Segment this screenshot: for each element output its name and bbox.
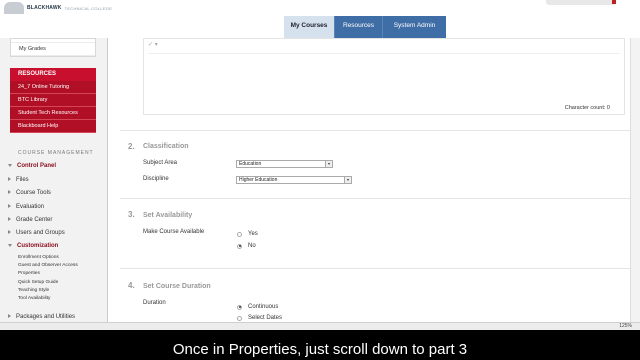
video-caption: Once in Properties, just scroll down to … [172, 341, 468, 358]
zoom-level[interactable]: 125% [619, 323, 632, 329]
collapse-icon [8, 204, 11, 209]
sidebar-link-label: Users and Groups [16, 230, 65, 236]
editor-text-area[interactable] [148, 53, 620, 100]
tab-resources[interactable]: Resources [335, 16, 383, 38]
expand-icon [8, 163, 12, 167]
available-no-radio[interactable]: No [237, 243, 256, 249]
sidebar-sub-tool-availability[interactable]: Tool Availability [18, 296, 50, 301]
page-scrollbar[interactable] [630, 38, 640, 330]
radio-selected-icon [237, 243, 242, 249]
dropdown-arrow-icon [325, 161, 332, 167]
sidebar-link-label: Grade Center [16, 217, 53, 223]
control-panel-label: Control Panel [17, 163, 57, 169]
sidebar-sub-teaching-style[interactable]: Teaching Style [18, 288, 49, 293]
sidebar-sub-quick-setup[interactable]: Quick Setup Guide [18, 280, 58, 285]
section-title-availability: Set Availability [143, 212, 193, 219]
discipline-value: Higher Education [239, 177, 278, 183]
subject-area-value: Education [239, 161, 262, 167]
duration-continuous-radio[interactable]: Continuous [237, 304, 278, 310]
make-available-label: Make Course Available [143, 229, 205, 235]
radio-icon [237, 231, 242, 237]
radio-selected-icon [237, 304, 242, 310]
radio-label: Yes [248, 231, 258, 237]
header: BLACKHAWK TECHNICAL COLLEGE My Courses R… [0, 0, 640, 38]
radio-label: No [248, 243, 256, 249]
course-menu-box: My Grades [10, 38, 96, 57]
discipline-label: Discipline [143, 176, 169, 182]
sidebar-link-label: Evaluation [16, 204, 45, 210]
course-menu-sidebar: My Grades RESOURCES 24_7 Online Tutoring… [0, 38, 108, 330]
notification-icon[interactable] [612, 0, 616, 4]
radio-label: Select Dates [248, 315, 283, 321]
logo-name: BLACKHAWK [27, 5, 62, 11]
editor-toolbar-icon[interactable]: ✓ ▾ [148, 41, 158, 48]
step-number: 3. [128, 210, 135, 219]
properties-form: ✓ ▾ Character count: 0 2. Classification… [110, 38, 630, 330]
sidebar-item-tech-resources[interactable]: Student Tech Resources [10, 107, 96, 120]
section-title-duration: Set Course Duration [143, 283, 211, 290]
collapse-icon [8, 177, 11, 182]
sidebar-link-packages[interactable]: Packages and Utilities [8, 314, 75, 320]
sidebar-item-library[interactable]: BTC Library [10, 94, 96, 107]
user-menu-strip[interactable] [546, 0, 616, 5]
logo-subtitle: TECHNICAL COLLEGE [64, 5, 113, 11]
sidebar-link-label: Course Tools [16, 190, 51, 196]
sidebar-link-label: Files [16, 177, 29, 183]
control-panel-toggle[interactable]: Control Panel [8, 163, 56, 169]
sidebar-item-my-grades[interactable]: My Grades [11, 43, 95, 56]
collapse-icon [8, 217, 11, 222]
sidebar-link-users-groups[interactable]: Users and Groups [8, 230, 65, 236]
step-number: 4. [128, 281, 135, 290]
sidebar-link-customization[interactable]: Customization [8, 243, 58, 249]
radio-label: Continuous [248, 304, 279, 310]
available-yes-radio[interactable]: Yes [237, 231, 258, 237]
collapse-icon [8, 190, 11, 195]
tab-system-admin[interactable]: System Admin [383, 16, 446, 38]
duration-select-dates-radio[interactable]: Select Dates [237, 315, 282, 321]
section-title-classification: Classification [143, 143, 189, 150]
sidebar-item-bb-help[interactable]: Blackboard Help [10, 120, 96, 133]
tab-my-courses[interactable]: My Courses [284, 16, 335, 38]
course-management-heading: COURSE MANAGEMENT [18, 150, 94, 156]
step-number: 2. [128, 142, 135, 151]
sidebar-link-evaluation[interactable]: Evaluation [8, 204, 44, 210]
radio-icon [237, 315, 242, 321]
sidebar-sub-enrollment[interactable]: Enrollment Options [18, 255, 59, 260]
sidebar-sub-guest-access[interactable]: Guest and Observer Access [18, 263, 78, 268]
resources-box: RESOURCES 24_7 Online Tutoring BTC Libra… [10, 68, 96, 133]
sidebar-sub-properties[interactable]: Properties [18, 271, 40, 276]
section-divider [120, 268, 630, 269]
description-editor[interactable]: ✓ ▾ Character count: 0 [143, 38, 625, 115]
character-count: Character count: 0 [564, 105, 610, 111]
subject-area-label: Subject Area [143, 160, 178, 166]
sidebar-link-files[interactable]: Files [8, 177, 29, 183]
resources-heading: RESOURCES [10, 68, 96, 81]
browser-window: BLACKHAWK TECHNICAL COLLEGE My Courses R… [0, 0, 640, 330]
sidebar-item-tutoring[interactable]: 24_7 Online Tutoring [10, 81, 96, 94]
duration-label: Duration [143, 300, 166, 306]
dropdown-arrow-icon [344, 177, 351, 183]
section-divider [120, 130, 630, 131]
collapse-icon [8, 230, 11, 235]
expand-icon [8, 243, 12, 247]
main-tabs: My Courses Resources System Admin [284, 16, 446, 38]
browser-status-bar: 125% [0, 322, 640, 330]
logo-mark-icon [4, 2, 24, 14]
subject-area-select[interactable]: Education [236, 160, 333, 168]
college-logo[interactable]: BLACKHAWK TECHNICAL COLLEGE [4, 2, 112, 14]
sidebar-link-label: Packages and Utilities [16, 314, 76, 320]
sidebar-link-course-tools[interactable]: Course Tools [8, 190, 51, 196]
section-divider [120, 198, 630, 199]
discipline-select[interactable]: Higher Education [236, 176, 352, 184]
sidebar-link-label: Customization [17, 243, 59, 249]
collapse-icon [8, 314, 11, 319]
sidebar-link-grade-center[interactable]: Grade Center [8, 217, 52, 223]
